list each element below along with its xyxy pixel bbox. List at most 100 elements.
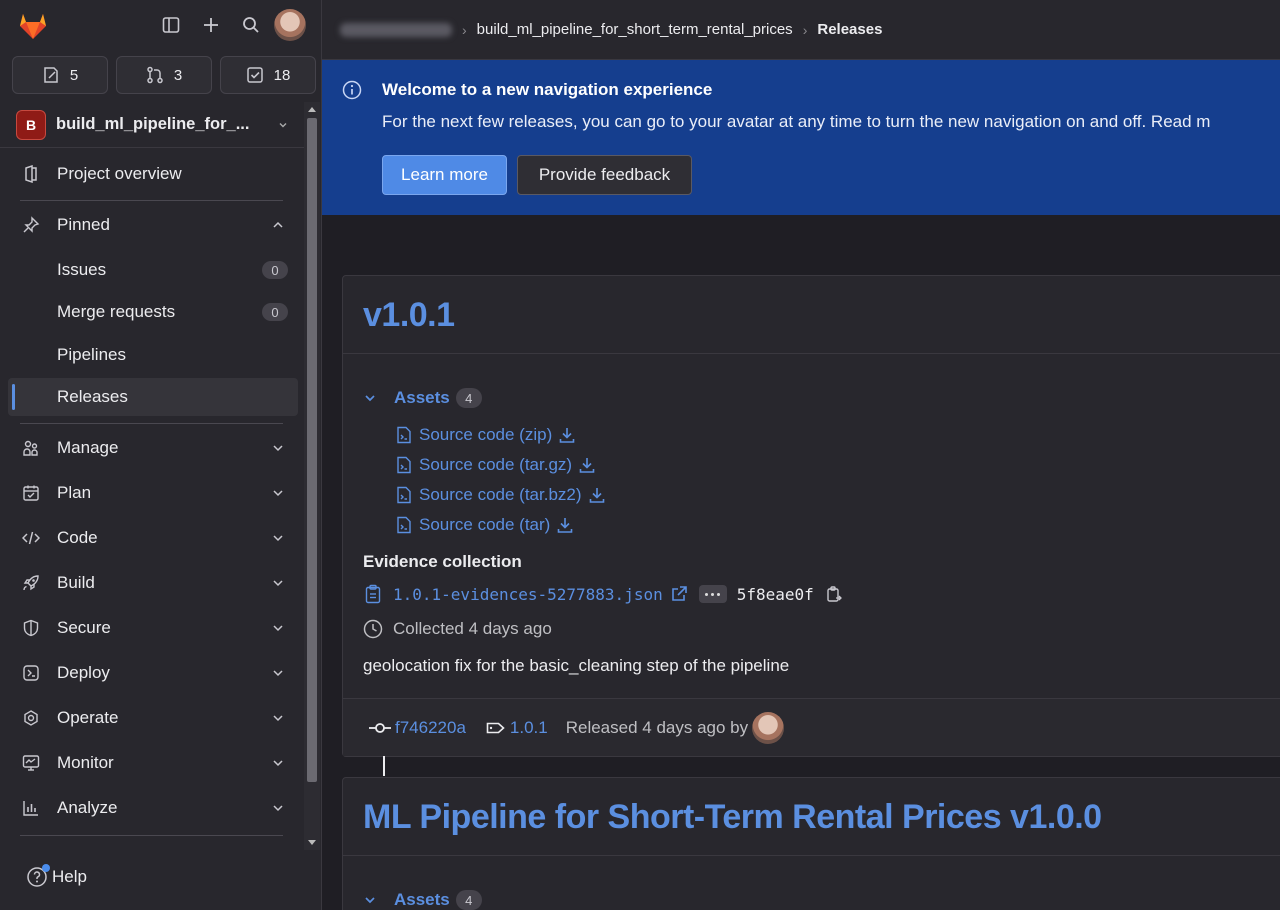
- release-title[interactable]: ML Pipeline for Short-Term Rental Prices…: [363, 798, 1102, 837]
- issues-icon: [44, 67, 58, 83]
- evidence-sha: 5f8eae0f: [736, 584, 814, 604]
- file-code-icon: [397, 426, 411, 444]
- calendar-icon: [20, 482, 42, 504]
- asset-source-targz-link[interactable]: Source code (tar.gz): [395, 455, 596, 475]
- chevron-down-icon: [273, 625, 283, 632]
- external-link-icon[interactable]: [669, 584, 689, 604]
- nav-deploy[interactable]: Deploy: [8, 653, 298, 693]
- monitor-icon: [20, 752, 42, 774]
- scrollbar-thumb[interactable]: [307, 118, 317, 782]
- divider: [20, 835, 283, 836]
- release-title[interactable]: v1.0.1: [363, 296, 455, 335]
- assets-label: Assets: [394, 388, 450, 407]
- sidebar-scrollbar[interactable]: [304, 102, 320, 850]
- expand-sha-button[interactable]: [698, 585, 727, 603]
- nav-label: Build: [57, 573, 95, 592]
- file-code-icon: [397, 516, 411, 534]
- nav-label: Issues: [57, 260, 107, 279]
- breadcrumb-separator-icon: ›: [462, 21, 467, 38]
- chevron-down-icon: [273, 715, 283, 722]
- nav-project-overview[interactable]: Project overview: [8, 154, 298, 194]
- breadcrumb-user-blurred[interactable]: [340, 22, 452, 37]
- search-icon[interactable]: [238, 12, 264, 38]
- assets-count-badge: 4: [455, 388, 482, 408]
- nav-label: Analyze: [57, 798, 118, 817]
- chevron-down-icon: [365, 395, 375, 402]
- chevron-down-icon: [273, 670, 283, 677]
- asset-source-tarbz2-link[interactable]: Source code (tar.bz2): [395, 485, 606, 505]
- nav-analyze[interactable]: Analyze: [8, 788, 298, 828]
- chevron-down-icon: [273, 580, 283, 587]
- release-header: v1.0.1: [343, 276, 1280, 354]
- nav-label: Code: [57, 528, 98, 547]
- chevron-down-icon: [273, 490, 283, 497]
- nav-secure[interactable]: Secure: [8, 608, 298, 648]
- asset-source-zip-link[interactable]: Source code (zip): [395, 425, 576, 445]
- chevron-down-icon: [365, 897, 375, 904]
- release-footer: f746220a 1.0.1 Released 4 days ago by: [343, 698, 1280, 756]
- notification-dot: [42, 864, 50, 872]
- author-avatar[interactable]: [752, 711, 785, 744]
- nav-label: Manage: [57, 438, 119, 457]
- evidence-title: Evidence collection: [363, 552, 522, 571]
- help-button[interactable]: Help: [26, 864, 87, 888]
- merge-requests-count-badge: 0: [262, 303, 288, 321]
- sidebar-item-merge-requests[interactable]: Merge requests 0: [8, 293, 298, 331]
- sidebar-item-releases[interactable]: Releases: [8, 378, 298, 416]
- nav-label: Project overview: [57, 164, 182, 183]
- nav-operate[interactable]: Operate: [8, 698, 298, 738]
- nav-monitor[interactable]: Monitor: [8, 743, 298, 783]
- project-switcher[interactable]: B build_ml_pipeline_for_...: [0, 102, 304, 148]
- tag-link[interactable]: 1.0.1: [510, 718, 548, 738]
- nav-pinned[interactable]: Pinned: [8, 205, 298, 245]
- asset-source-tar-link[interactable]: Source code (tar): [395, 515, 574, 535]
- nav-code[interactable]: Code: [8, 518, 298, 558]
- evidence-row: 1.0.1-evidences-5277883.json 5f8eae0f: [363, 584, 844, 604]
- sidebar-toggle-icon[interactable]: [158, 12, 184, 38]
- sidebar-nav: B build_ml_pipeline_for_... Project over…: [0, 102, 304, 850]
- nav-label: Secure: [57, 618, 111, 637]
- issues-count: 5: [69, 66, 79, 84]
- plus-icon[interactable]: [198, 12, 224, 38]
- nav-label: Deploy: [57, 663, 110, 682]
- commit-link[interactable]: f746220a: [395, 718, 466, 738]
- assets-toggle[interactable]: Assets 4: [363, 388, 482, 408]
- issues-count-badge: 0: [262, 261, 288, 279]
- file-code-icon: [397, 486, 411, 504]
- issues-counter[interactable]: 5: [12, 56, 108, 94]
- project-name: build_ml_pipeline_for_...: [56, 115, 250, 133]
- nav-manage[interactable]: Manage: [8, 428, 298, 468]
- help-label: Help: [52, 867, 87, 886]
- asset-label: Source code (tar.gz): [419, 455, 573, 474]
- merge-requests-counter[interactable]: 3: [116, 56, 212, 94]
- sidebar-item-issues[interactable]: Issues 0: [8, 251, 298, 289]
- breadcrumb-project[interactable]: build_ml_pipeline_for_short_term_rental_…: [477, 21, 793, 38]
- help-icon: [26, 864, 50, 888]
- todo-icon: [246, 67, 263, 83]
- divider: [20, 423, 283, 424]
- banner-title: Welcome to a new navigation experience: [382, 80, 713, 99]
- download-icon: [589, 488, 604, 503]
- chevron-down-icon: [273, 535, 283, 542]
- sidebar-top: [0, 0, 322, 52]
- commit-icon: [369, 722, 391, 733]
- user-avatar[interactable]: [274, 9, 306, 41]
- sidebar-item-pipelines[interactable]: Pipelines: [8, 336, 298, 374]
- scroll-up-arrow-icon[interactable]: [308, 107, 316, 112]
- gitlab-logo-icon[interactable]: [16, 8, 50, 42]
- nav-build[interactable]: Build: [8, 563, 298, 603]
- scroll-down-arrow-icon[interactable]: [308, 840, 316, 845]
- breadcrumb-current[interactable]: Releases: [817, 21, 882, 38]
- chevron-down-icon: [278, 120, 288, 133]
- provide-feedback-button[interactable]: Provide feedback: [517, 155, 692, 195]
- breadcrumb-separator-icon: ›: [802, 21, 808, 38]
- breadcrumb: › build_ml_pipeline_for_short_term_renta…: [322, 0, 1280, 60]
- evidence-file-link[interactable]: 1.0.1-evidences-5277883.json: [393, 585, 663, 604]
- merge-requests-count: 3: [173, 66, 183, 84]
- release-header: ML Pipeline for Short-Term Rental Prices…: [343, 778, 1280, 856]
- assets-toggle[interactable]: Assets 4: [363, 890, 482, 910]
- learn-more-button[interactable]: Learn more: [382, 155, 507, 195]
- nav-plan[interactable]: Plan: [8, 473, 298, 513]
- copy-icon[interactable]: [824, 584, 844, 604]
- todos-counter[interactable]: 18: [220, 56, 316, 94]
